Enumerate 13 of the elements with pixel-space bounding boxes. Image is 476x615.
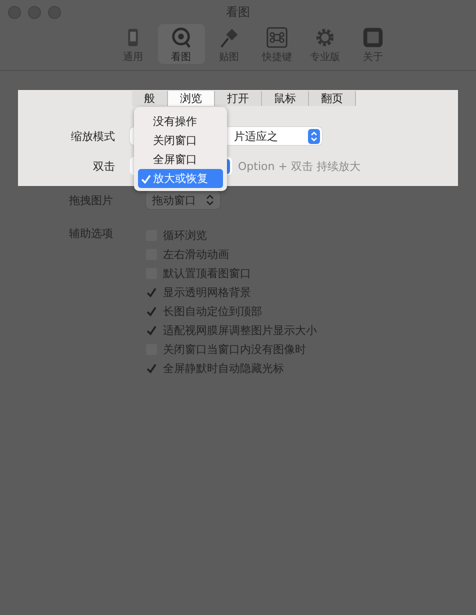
- checkbox-label: 长图自动定位到顶部: [163, 304, 262, 319]
- checkbox-label: 适配视网膜屏调整图片显示大小: [163, 323, 317, 338]
- field-label: 辅助选项: [68, 226, 114, 241]
- field-label: 拖拽图片: [68, 192, 114, 208]
- hint-text: Option + 双击 持续放大: [238, 158, 360, 174]
- checkbox-label: 显示透明网格背景: [163, 285, 251, 300]
- field-label: 双击: [92, 158, 115, 174]
- checkbox-label: 默认置顶看图窗口: [163, 266, 251, 281]
- checkbox-label: 左右滑动动画: [163, 247, 229, 262]
- checkbox-label: 循环浏览: [163, 228, 207, 243]
- field-label: 缩放模式: [70, 128, 115, 144]
- checkbox-label: 全屏静默时自动隐藏光标: [163, 361, 284, 376]
- checkbox-label: 关闭窗口当窗口内没有图像时: [163, 342, 306, 357]
